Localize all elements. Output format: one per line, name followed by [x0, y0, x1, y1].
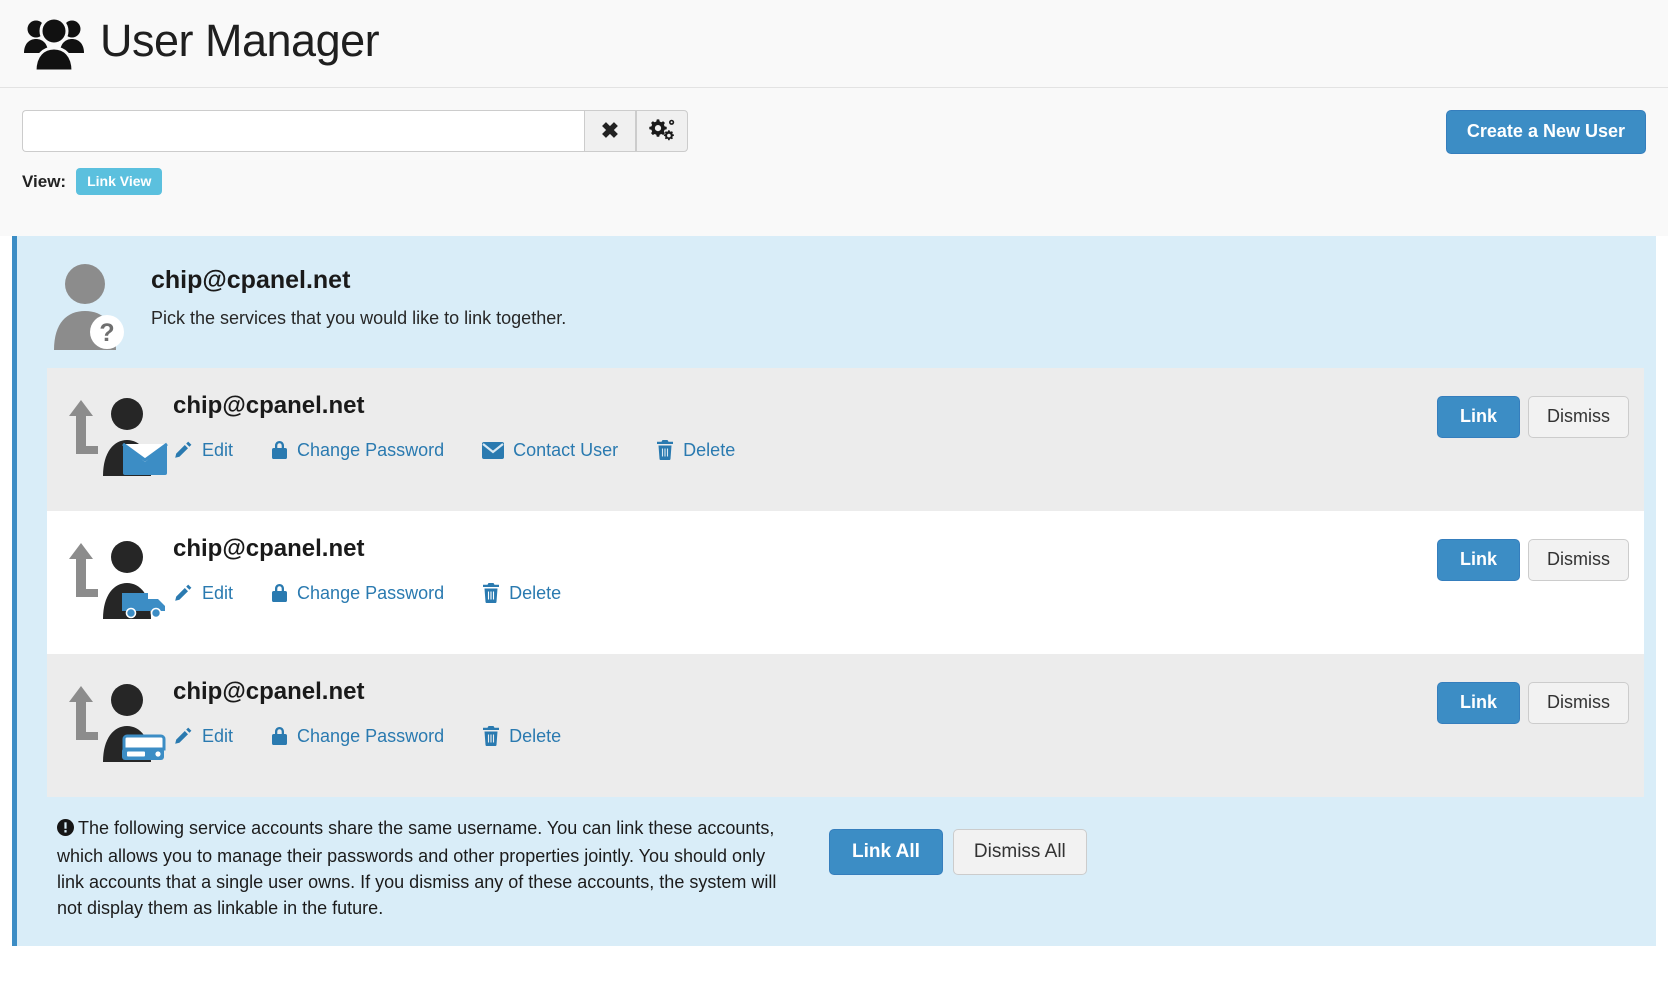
delete-action[interactable]: Delete [482, 583, 561, 603]
contact-user-action[interactable]: Contact User [482, 441, 618, 459]
panel-username: chip@cpanel.net [151, 266, 351, 294]
table-row: chip@cpanel.net Edit Change Password [47, 368, 1644, 511]
row-username: chip@cpanel.net [173, 392, 365, 419]
delete-label: Delete [683, 440, 736, 460]
trash-icon [483, 726, 500, 746]
view-mode-badge[interactable]: Link View [76, 168, 163, 195]
link-notice: The following service accounts share the… [57, 815, 787, 921]
create-new-user-button[interactable]: Create a New User [1445, 110, 1646, 154]
change-password-action[interactable]: Change Password [271, 440, 444, 460]
row-actions: Edit Change Password Delete [173, 726, 1437, 746]
link-up-arrow-icon [69, 543, 98, 597]
gears-icon [649, 117, 675, 146]
table-row: chip@cpanel.net Edit Change Password [47, 511, 1644, 654]
link-accounts-panel: ? chip@cpanel.net Pick the services that… [12, 236, 1656, 946]
row-buttons: Link Dismiss [1436, 386, 1644, 438]
change-password-action[interactable]: Change Password [271, 583, 444, 603]
delete-action[interactable]: Delete [656, 440, 735, 460]
link-up-arrow-icon [69, 400, 98, 454]
page-title: User Manager [100, 15, 380, 66]
search-input[interactable] [22, 110, 584, 152]
delete-label: Delete [509, 726, 562, 746]
delete-action[interactable]: Delete [482, 726, 561, 746]
user-unknown-avatar-icon: ? [45, 258, 131, 350]
lock-icon [272, 584, 288, 602]
view-row: View: Link View [22, 168, 1646, 195]
edit-label: Edit [202, 440, 234, 460]
user-manager-page: User Manager ✖ View: Link View Create a … [0, 0, 1668, 1000]
user-disk-service-icon [65, 678, 173, 762]
pencil-icon [175, 584, 192, 601]
edit-action[interactable]: Edit [173, 726, 233, 746]
row-username: chip@cpanel.net [173, 678, 365, 705]
dismiss-button[interactable]: Dismiss [1528, 539, 1629, 581]
exclamation-circle-icon [57, 817, 74, 843]
delete-label: Delete [509, 583, 562, 603]
view-label: View: [22, 171, 67, 191]
edit-action[interactable]: Edit [173, 583, 233, 603]
user-ftp-service-icon [65, 535, 173, 619]
service-rows: chip@cpanel.net Edit Change Password Con… [47, 368, 1644, 797]
users-group-icon [22, 15, 86, 73]
pencil-icon [175, 441, 192, 458]
panel-instruction: Pick the services that you would like to… [151, 308, 567, 328]
table-row: chip@cpanel.net Edit Change Password [47, 654, 1644, 797]
contact-user-label: Contact User [513, 440, 619, 460]
edit-action[interactable]: Edit [173, 440, 233, 460]
lock-icon [272, 727, 288, 745]
trash-icon [483, 583, 500, 603]
svg-text:?: ? [99, 319, 114, 347]
link-button[interactable]: Link [1436, 396, 1520, 438]
change-password-label: Change Password [297, 726, 445, 746]
clear-search-button[interactable]: ✖ [584, 110, 636, 152]
row-buttons: Link Dismiss [1436, 529, 1644, 581]
panel-footer: The following service accounts share the… [17, 797, 1656, 945]
row-actions: Edit Change Password Delete [173, 583, 1437, 603]
edit-label: Edit [202, 583, 234, 603]
lock-icon [272, 441, 288, 459]
link-button[interactable]: Link [1436, 682, 1520, 724]
toolbar: ✖ View: Link View Create a New User [0, 88, 1668, 236]
row-username: chip@cpanel.net [173, 535, 365, 562]
change-password-label: Change Password [297, 440, 445, 460]
panel-header: ? chip@cpanel.net Pick the services that… [17, 236, 1656, 368]
dismiss-all-button[interactable]: Dismiss All [952, 829, 1087, 875]
envelope-icon [482, 441, 505, 459]
search-group: ✖ [22, 110, 688, 152]
change-password-action[interactable]: Change Password [271, 726, 444, 746]
row-buttons: Link Dismiss [1436, 672, 1644, 724]
app-header: User Manager [0, 0, 1668, 88]
link-button[interactable]: Link [1436, 539, 1520, 581]
search-settings-button[interactable] [636, 110, 688, 152]
close-x-icon: ✖ [600, 118, 620, 143]
edit-label: Edit [202, 726, 234, 746]
dismiss-button[interactable]: Dismiss [1528, 396, 1629, 438]
link-all-button[interactable]: Link All [829, 829, 943, 875]
dismiss-button[interactable]: Dismiss [1528, 682, 1629, 724]
link-up-arrow-icon [69, 686, 98, 740]
user-email-service-icon [65, 392, 173, 476]
change-password-label: Change Password [297, 583, 445, 603]
row-actions: Edit Change Password Contact User Delete [173, 440, 1437, 460]
trash-icon [657, 440, 674, 460]
pencil-icon [175, 727, 192, 744]
footer-buttons: Link All Dismiss All [829, 815, 1087, 875]
link-notice-text: The following service accounts share the… [57, 818, 777, 919]
